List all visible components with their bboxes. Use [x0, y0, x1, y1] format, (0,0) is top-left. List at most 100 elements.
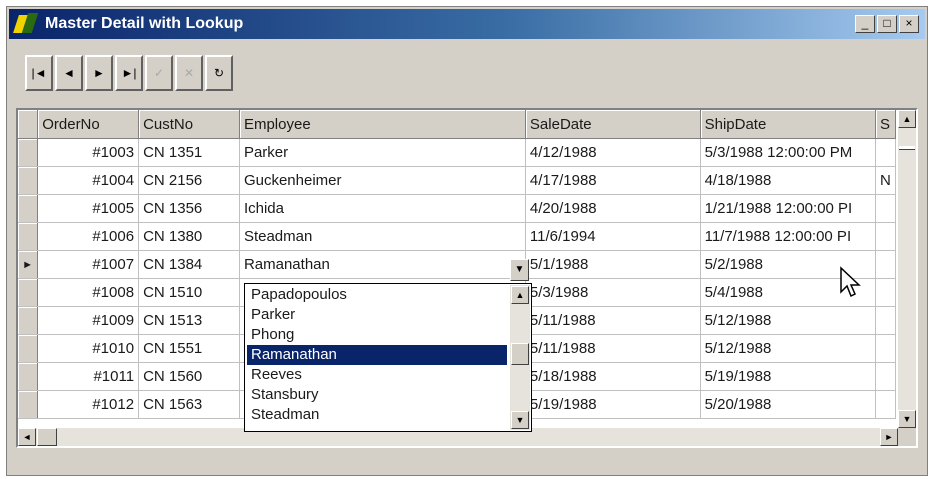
cell-custno[interactable]: CN 1380 [138, 222, 240, 251]
post-button[interactable]: ✓ [145, 55, 173, 91]
cell-custno[interactable]: CN 1510 [138, 278, 240, 307]
column-header-employee[interactable]: Employee [239, 110, 526, 139]
cell-extra[interactable] [875, 222, 896, 251]
cell-shipdate[interactable]: 5/12/1988 [700, 306, 876, 335]
next-record-button[interactable]: ► [85, 55, 113, 91]
cell-shipdate[interactable]: 5/19/1988 [700, 362, 876, 391]
cell-extra[interactable] [875, 278, 896, 307]
cell-extra[interactable] [875, 306, 896, 335]
cell-saledate[interactable]: 4/17/1988 [525, 166, 701, 195]
employee-dropdown-button[interactable]: ▼ [510, 259, 529, 281]
cell-saledate[interactable]: 11/6/1994 [525, 222, 701, 251]
cell-custno[interactable]: CN 1356 [138, 194, 240, 223]
cell-extra[interactable] [875, 334, 896, 363]
horizontal-scroll-thumb[interactable] [37, 428, 57, 446]
cell-shipdate[interactable]: 4/18/1988 [700, 166, 876, 195]
cell-employee-editing[interactable]: Ramanathan [239, 250, 526, 279]
cell-orderno[interactable]: #1008 [37, 278, 140, 307]
cell-custno[interactable]: CN 1560 [138, 362, 240, 391]
close-button[interactable]: × [899, 15, 919, 33]
cell-orderno[interactable]: #1004 [37, 166, 140, 195]
cell-custno[interactable]: CN 2156 [138, 166, 240, 195]
cell-employee[interactable]: Steadman [239, 222, 526, 251]
lookup-scroll-down-icon[interactable]: ▼ [511, 411, 529, 429]
cell-saledate[interactable]: 5/11/1988 [525, 334, 701, 363]
refresh-button[interactable]: ↻ [205, 55, 233, 91]
cell-saledate[interactable]: 5/18/1988 [525, 362, 701, 391]
cell-custno[interactable]: CN 1351 [138, 138, 240, 167]
cell-extra[interactable] [875, 250, 896, 279]
row-indicator[interactable] [18, 362, 39, 391]
column-header-shipdate[interactable]: ShipDate [700, 110, 876, 139]
cancel-button[interactable]: ✕ [175, 55, 203, 91]
lookup-item-selected[interactable]: Ramanathan [247, 345, 507, 365]
scroll-down-arrow-icon[interactable]: ▼ [898, 410, 916, 428]
minimize-button[interactable]: _ [855, 15, 875, 33]
cell-shipdate[interactable]: 5/12/1988 [700, 334, 876, 363]
prior-record-button[interactable]: ◄ [55, 55, 83, 91]
employee-lookup-list[interactable]: Papadopoulos Parker Phong Ramanathan Ree… [244, 283, 532, 432]
cell-shipdate[interactable]: 11/7/1988 12:00:00 PI [700, 222, 876, 251]
scroll-up-arrow-icon[interactable]: ▲ [898, 110, 916, 128]
cell-employee[interactable]: Parker [239, 138, 526, 167]
column-header-saledate[interactable]: SaleDate [525, 110, 701, 139]
lookup-item[interactable]: Steadman [247, 405, 507, 425]
cell-extra[interactable] [875, 194, 896, 223]
cell-orderno[interactable]: #1007 [37, 250, 140, 279]
row-indicator[interactable] [18, 306, 39, 335]
cell-orderno[interactable]: #1012 [37, 390, 140, 419]
row-indicator[interactable] [18, 278, 39, 307]
row-indicator[interactable] [18, 222, 39, 251]
lookup-item[interactable]: Stansbury [247, 385, 507, 405]
cell-orderno[interactable]: #1003 [37, 138, 140, 167]
column-header-orderno[interactable]: OrderNo [37, 110, 140, 139]
table-row-current[interactable]: ► #1007 CN 1384 Ramanathan 5/1/1988 5/2/1988 [18, 250, 896, 279]
cell-saledate[interactable]: 5/19/1988 [525, 390, 701, 419]
cell-extra[interactable]: N [875, 166, 896, 195]
cell-shipdate[interactable]: 5/3/1988 12:00:00 PM [700, 138, 876, 167]
cell-orderno[interactable]: #1009 [37, 306, 140, 335]
column-header-custno[interactable]: CustNo [138, 110, 240, 139]
row-indicator[interactable] [18, 334, 39, 363]
scroll-right-arrow-icon[interactable]: ► [880, 428, 898, 446]
cell-employee[interactable]: Guckenheimer [239, 166, 526, 195]
cell-saledate[interactable]: 4/20/1988 [525, 194, 701, 223]
row-indicator[interactable] [18, 138, 39, 167]
cell-saledate[interactable]: 5/1/1988 [525, 250, 701, 279]
first-record-button[interactable]: |◄ [25, 55, 53, 91]
vertical-scroll-thumb[interactable] [899, 146, 915, 150]
cell-employee[interactable]: Ichida [239, 194, 526, 223]
lookup-scroll-thumb[interactable] [511, 343, 529, 365]
cell-orderno[interactable]: #1005 [37, 194, 140, 223]
lookup-scroll-up-icon[interactable]: ▲ [511, 286, 529, 304]
maximize-button[interactable]: □ [877, 15, 897, 33]
row-indicator[interactable] [18, 194, 39, 223]
table-row[interactable]: #1005 CN 1356 Ichida 4/20/1988 1/21/1988 12:… [18, 194, 896, 223]
lookup-item[interactable]: Phong [247, 325, 507, 345]
cell-extra[interactable] [875, 138, 896, 167]
row-indicator[interactable] [18, 166, 39, 195]
cell-custno[interactable]: CN 1384 [138, 250, 240, 279]
table-row[interactable]: #1006 CN 1380 Steadman 11/6/1994 11/7/1988 1… [18, 222, 896, 251]
table-row[interactable]: #1004 CN 2156 Guckenheimer 4/17/1988 4/18/19… [18, 166, 896, 195]
vertical-scrollbar[interactable]: ▲ ▼ [898, 110, 916, 446]
cell-orderno[interactable]: #1011 [37, 362, 140, 391]
cell-extra[interactable] [875, 390, 896, 419]
lookup-scrollbar[interactable]: ▲ ▼ [510, 285, 530, 430]
last-record-button[interactable]: ►| [115, 55, 143, 91]
scroll-left-arrow-icon[interactable]: ◄ [18, 428, 36, 446]
cell-saledate[interactable]: 5/3/1988 [525, 278, 701, 307]
current-row-arrow-icon[interactable]: ► [18, 250, 39, 279]
lookup-item[interactable]: Parker [247, 305, 507, 325]
table-row[interactable]: #1003 CN 1351 Parker 4/12/1988 5/3/1988 12:0… [18, 138, 896, 167]
cell-saledate[interactable]: 4/12/1988 [525, 138, 701, 167]
cell-orderno[interactable]: #1010 [37, 334, 140, 363]
lookup-item[interactable]: Reeves [247, 365, 507, 385]
cell-custno[interactable]: CN 1551 [138, 334, 240, 363]
cell-orderno[interactable]: #1006 [37, 222, 140, 251]
cell-shipdate[interactable]: 1/21/1988 12:00:00 PI [700, 194, 876, 223]
cell-custno[interactable]: CN 1513 [138, 306, 240, 335]
cell-saledate[interactable]: 5/11/1988 [525, 306, 701, 335]
lookup-item[interactable]: Papadopoulos [247, 285, 507, 305]
column-header-truncated[interactable]: S [875, 110, 896, 139]
